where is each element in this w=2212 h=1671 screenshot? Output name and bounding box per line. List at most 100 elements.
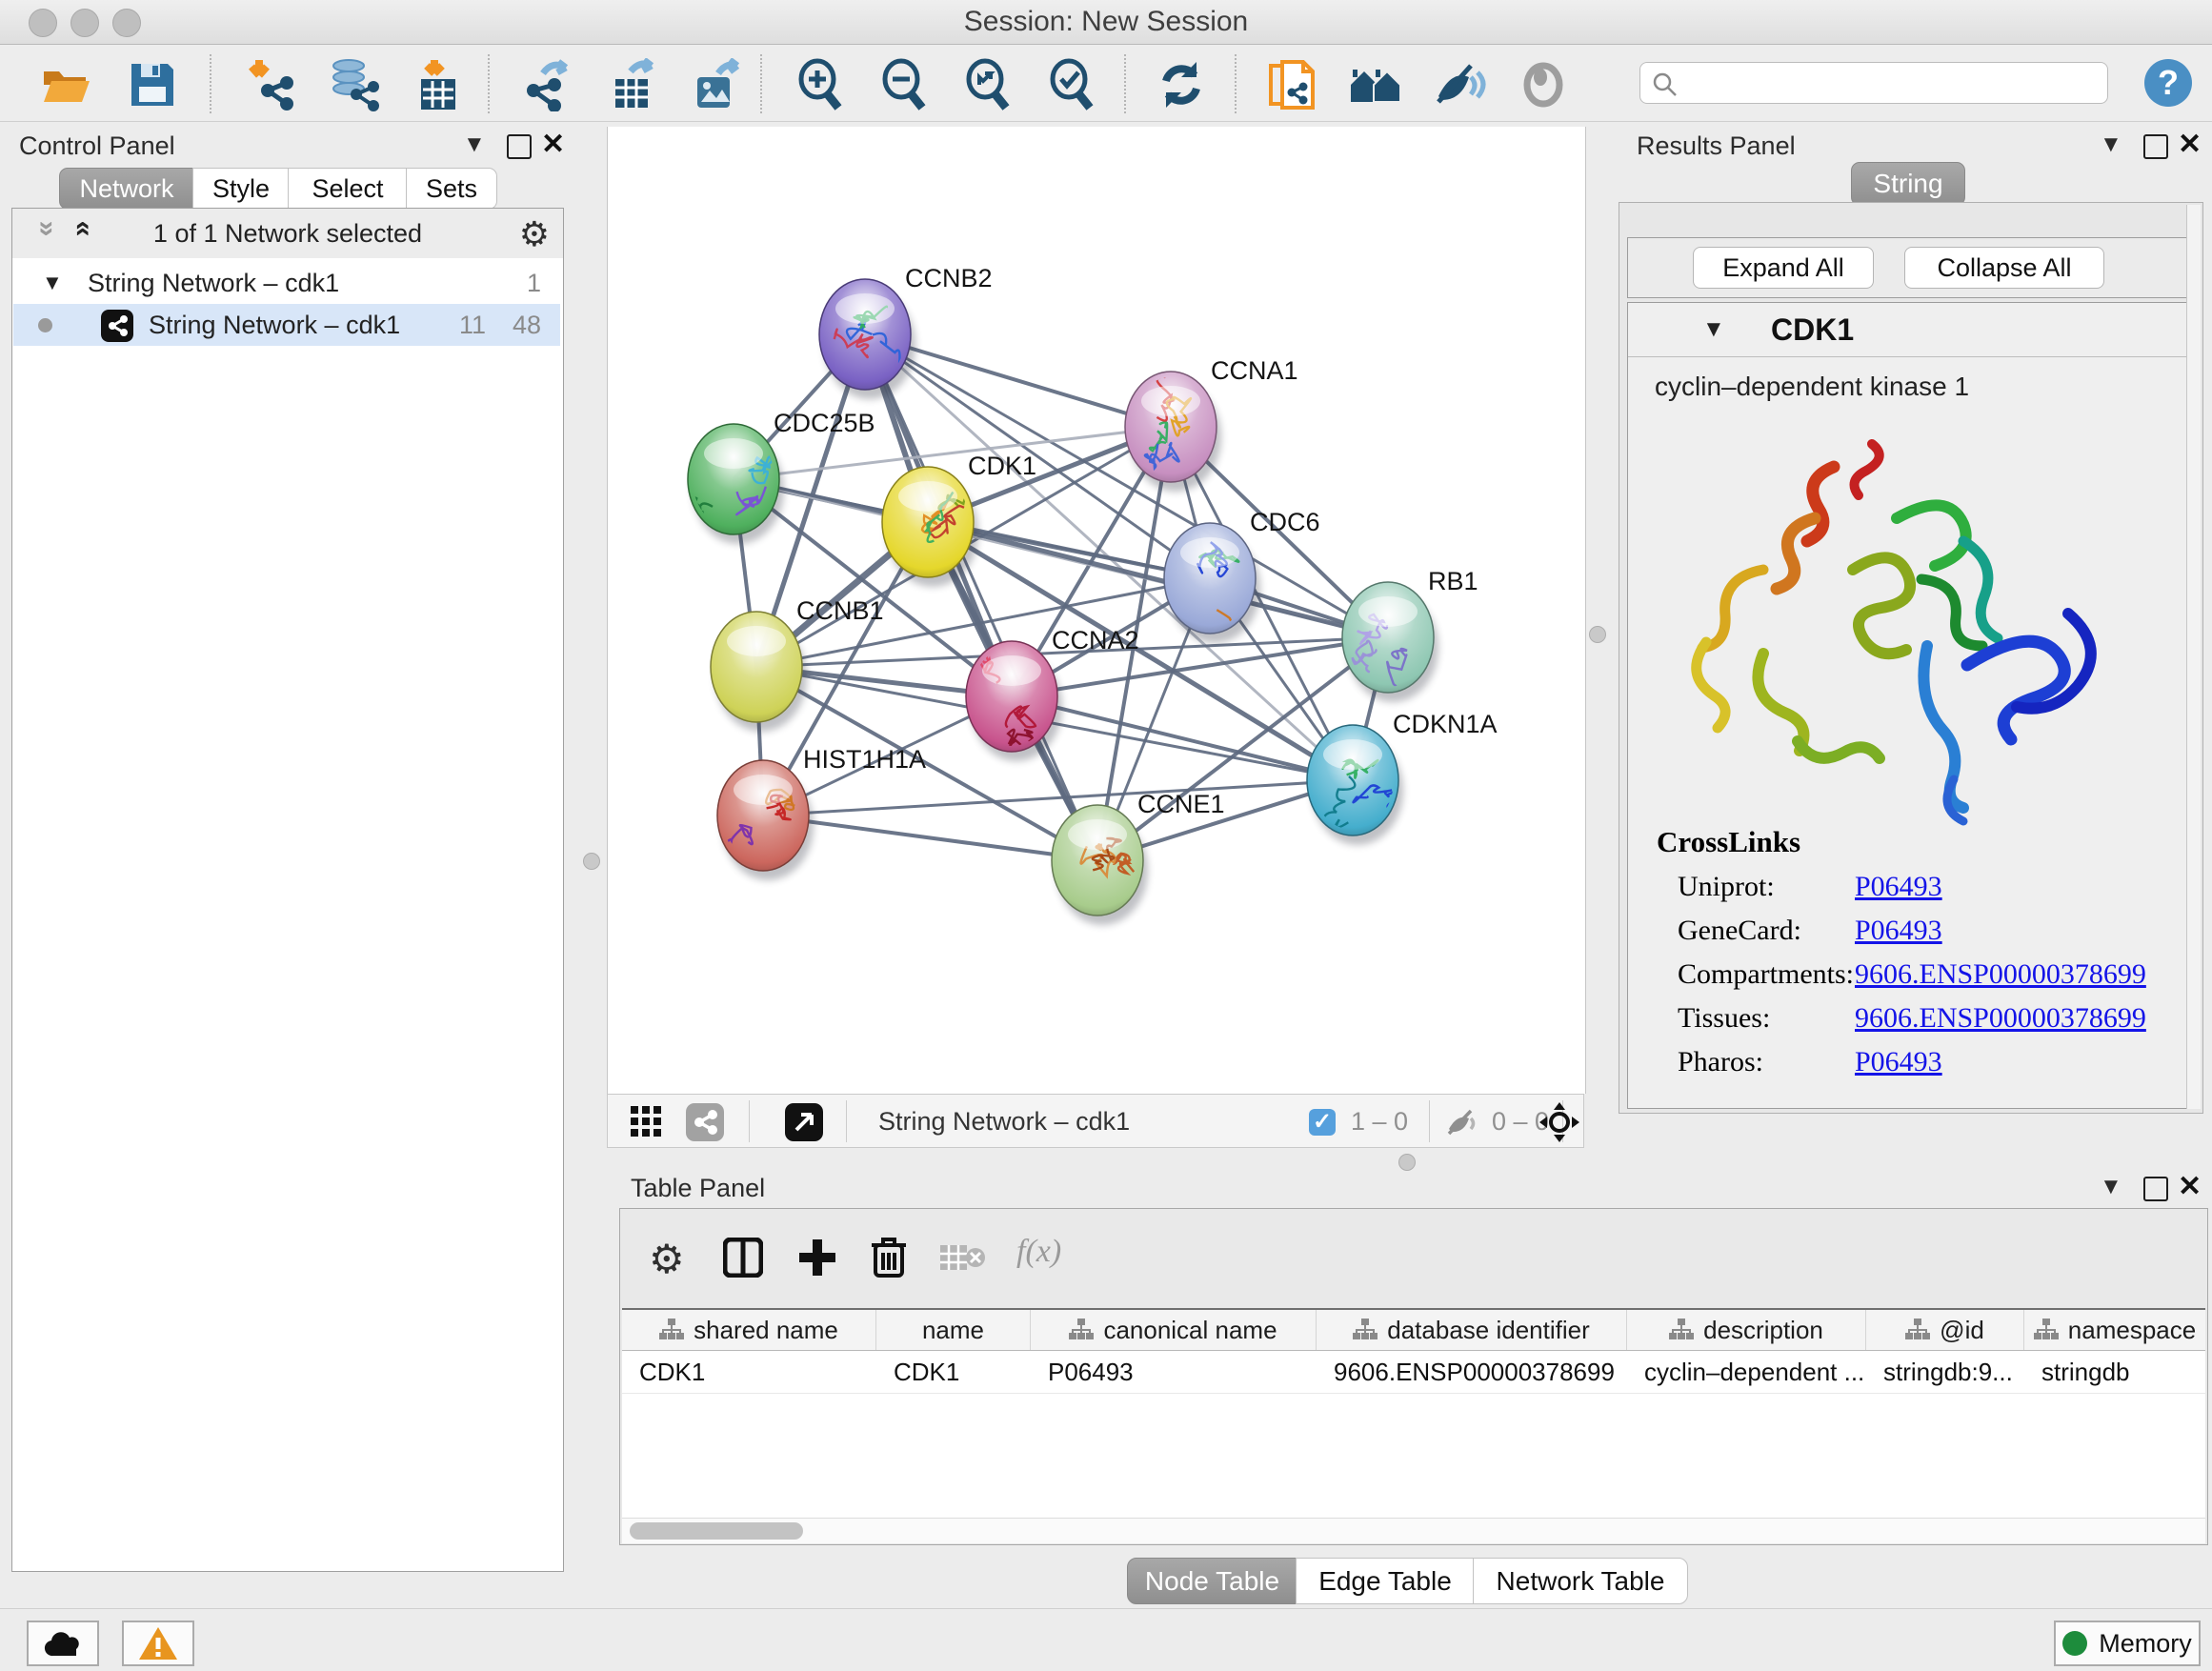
tab-network[interactable]: Network	[59, 168, 194, 210]
import-network-database-icon[interactable]	[328, 58, 381, 111]
export-image-icon[interactable]	[690, 58, 743, 111]
crosslink-tissues-link[interactable]: 9606.ENSP00000378699	[1855, 1002, 2146, 1035]
create-column-icon[interactable]	[797, 1238, 837, 1278]
scrollbar-thumb[interactable]	[630, 1522, 803, 1540]
column-header-database-identifier[interactable]: database identifier	[1317, 1310, 1627, 1350]
tab-edge-table[interactable]: Edge Table	[1296, 1558, 1475, 1604]
hide-selected-icon[interactable]	[1433, 58, 1486, 111]
show-all-nodes-icon[interactable]	[1349, 58, 1402, 111]
network-row[interactable]: String Network – cdk1 11 48	[13, 304, 560, 346]
control-panel-menu-caret[interactable]: ▼	[463, 131, 486, 158]
results-tab-string[interactable]: String	[1851, 162, 1965, 206]
network-badge-icon[interactable]	[686, 1103, 724, 1141]
tab-sets[interactable]: Sets	[406, 168, 497, 210]
table-panel-menu-caret[interactable]: ▼	[2100, 1174, 2122, 1200]
table-options-gear-icon[interactable]: ⚙	[649, 1236, 685, 1282]
gene-name: CDK1	[1771, 303, 1854, 356]
tab-style[interactable]: Style	[192, 168, 290, 210]
tab-network-table[interactable]: Network Table	[1473, 1558, 1688, 1604]
table-panel-close-button[interactable]: ✕	[2178, 1170, 2202, 1203]
network-node[interactable]: CCNB1	[711, 596, 884, 732]
network-view-title: String Network – cdk1	[878, 1095, 1130, 1149]
zoom-fit-icon[interactable]	[960, 58, 1014, 111]
control-panel-float-button[interactable]	[507, 134, 532, 159]
network-node[interactable]: CDC25B	[675, 409, 875, 544]
selected-nodes-checkbox[interactable]: ✓	[1309, 1109, 1336, 1136]
birdseye-navigator-icon[interactable]	[1538, 1101, 1580, 1143]
network-node[interactable]: CDKN1A	[1307, 710, 1498, 845]
network-node[interactable]: CCNA2	[966, 626, 1139, 762]
import-table-file-icon[interactable]	[412, 58, 465, 111]
string-network-icon	[101, 310, 133, 342]
export-network-icon[interactable]	[522, 58, 575, 111]
network-node[interactable]: CCNE1	[1052, 790, 1225, 925]
column-header-shared-name[interactable]: shared name	[622, 1310, 876, 1350]
results-scrollbar[interactable]	[2186, 205, 2201, 1109]
network-node[interactable]: RB1	[1342, 567, 1478, 702]
title-bar: Session: New Session	[0, 0, 2212, 45]
right-splitter-handle[interactable]	[1589, 626, 1606, 643]
column-header-namespace[interactable]: namespace	[2024, 1310, 2205, 1350]
control-panel-close-button[interactable]: ✕	[541, 128, 565, 161]
toolbar-separator	[1429, 1100, 1430, 1142]
search-input[interactable]	[1639, 62, 2108, 104]
memory-button[interactable]: Memory	[2054, 1621, 2201, 1666]
expand-all-button[interactable]: Expand All	[1693, 247, 1874, 289]
network-collection-row[interactable]: ▼ String Network – cdk1 1	[13, 262, 560, 304]
cell-database-identifier[interactable]: 9606.ENSP00000378699	[1317, 1351, 1627, 1393]
zoom-out-icon[interactable]	[876, 58, 930, 111]
cell-name[interactable]: CDK1	[876, 1351, 1031, 1393]
network-list-options-gear-icon[interactable]: ⚙	[519, 214, 550, 254]
table-horizontal-scrollbar[interactable]	[622, 1518, 2205, 1543]
cloud-status-button[interactable]	[27, 1621, 99, 1666]
shared-column-icon	[1905, 1319, 1930, 1341]
export-table-icon[interactable]	[606, 58, 659, 111]
delete-column-icon[interactable]	[870, 1236, 908, 1279]
column-header-canonical-name[interactable]: canonical name	[1031, 1310, 1317, 1350]
gene-section-header[interactable]: ▼ CDK1	[1628, 303, 2192, 357]
results-panel-float-button[interactable]	[2143, 134, 2168, 159]
network-node-label: HIST1H1A	[803, 745, 926, 774]
hidden-eye-slash-icon[interactable]	[1446, 1108, 1480, 1137]
show-columns-icon[interactable]	[723, 1238, 763, 1278]
zoom-selected-icon[interactable]	[1044, 58, 1097, 111]
crosslink-compartments-link[interactable]: 9606.ENSP00000378699	[1855, 958, 2146, 991]
cell-namespace[interactable]: stringdb	[2024, 1351, 2205, 1393]
warnings-button[interactable]	[122, 1621, 194, 1666]
column-header-id[interactable]: @id	[1866, 1310, 2024, 1350]
column-header-name[interactable]: name	[876, 1310, 1031, 1350]
import-network-file-icon[interactable]	[246, 58, 299, 111]
crosslink-genecard-link[interactable]: P06493	[1855, 915, 1942, 947]
network-node[interactable]: CCNA1	[1125, 356, 1298, 492]
crosslink-pharos-link[interactable]: P06493	[1855, 1046, 1942, 1078]
grid-view-icon[interactable]	[631, 1106, 663, 1138]
clone-network-icon[interactable]	[1265, 58, 1318, 111]
tree-expander-icon[interactable]: ▼	[42, 262, 63, 304]
left-splitter-handle[interactable]	[583, 853, 600, 870]
cell-canonical-name[interactable]: P06493	[1031, 1351, 1317, 1393]
column-header-description[interactable]: description	[1627, 1310, 1866, 1350]
detach-view-icon[interactable]	[785, 1103, 823, 1141]
apply-layout-refresh-icon[interactable]	[1155, 58, 1208, 111]
help-button[interactable]: ?	[2144, 59, 2192, 107]
string-network-graph[interactable]: CCNB2CCNA1CDC25BCDK1CDC6RB1CCNB1CCNA2CDK…	[608, 127, 1585, 1094]
results-panel-close-button[interactable]: ✕	[2178, 128, 2202, 161]
open-session-icon[interactable]	[40, 58, 93, 111]
results-panel-menu-caret[interactable]: ▼	[2100, 131, 2122, 158]
save-session-icon[interactable]	[126, 58, 179, 111]
table-panel-float-button[interactable]	[2143, 1177, 2168, 1201]
bottom-splitter-handle[interactable]	[1398, 1154, 1416, 1171]
crosslink-uniprot-link[interactable]: P06493	[1855, 871, 1942, 903]
zoom-in-icon[interactable]	[793, 58, 846, 111]
cell-description[interactable]: cyclin–dependent ...	[1627, 1351, 1866, 1393]
cell-id[interactable]: stringdb:9...	[1866, 1351, 2024, 1393]
collapse-all-button[interactable]: Collapse All	[1904, 247, 2104, 289]
table-row[interactable]: CDK1 CDK1 P06493 9606.ENSP00000378699 cy…	[622, 1351, 2205, 1393]
network-node[interactable]: CDC6	[1164, 508, 1320, 643]
tab-select[interactable]: Select	[288, 168, 408, 210]
network-view-canvas[interactable]: CCNB2CCNA1CDC25BCDK1CDC6RB1CCNB1CCNA2CDK…	[607, 127, 1586, 1094]
gene-collapse-caret[interactable]: ▼	[1702, 316, 1725, 343]
tab-node-table[interactable]: Node Table	[1127, 1558, 1297, 1604]
cell-shared-name[interactable]: CDK1	[622, 1351, 876, 1393]
network-node[interactable]: CCNB2	[819, 264, 993, 399]
